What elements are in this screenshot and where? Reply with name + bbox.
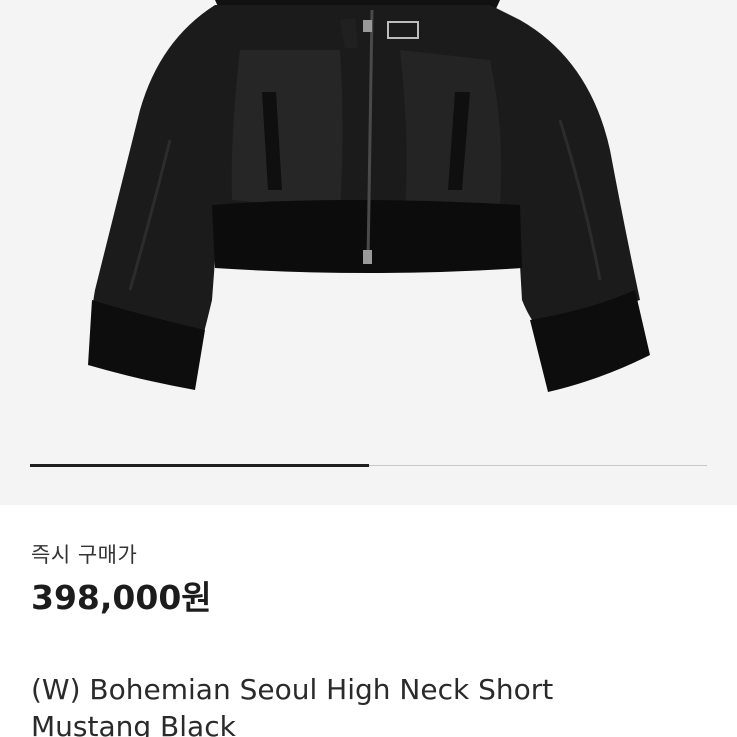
product-detail-page: 즉시 구매가 398,000원 (W) Bohemian Seoul High …: [0, 0, 737, 737]
product-title: (W) Bohemian Seoul High Neck Short Musta…: [31, 673, 554, 737]
price-value: 398,000원: [31, 578, 212, 617]
instant-price-label: 즉시 구매가: [31, 543, 138, 567]
carousel-progress-indicator: [30, 464, 369, 467]
product-info: 즉시 구매가 398,000원 (W) Bohemian Seoul High …: [31, 540, 717, 737]
product-image-carousel[interactable]: [0, 0, 737, 505]
carousel-progress-track[interactable]: [30, 464, 707, 467]
product-image: [88, 0, 650, 392]
